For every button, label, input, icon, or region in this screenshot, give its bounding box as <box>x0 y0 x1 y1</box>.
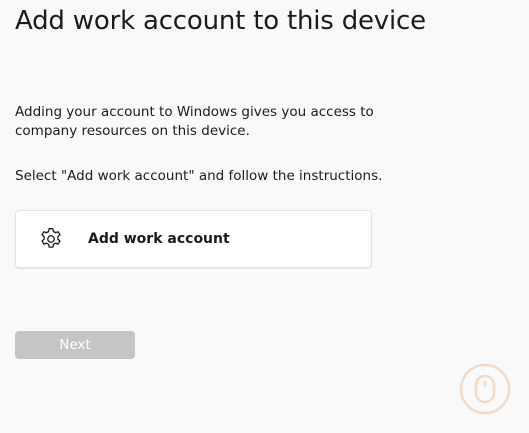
next-button[interactable]: Next <box>15 331 135 359</box>
add-work-account-option[interactable]: Add work account <box>15 210 372 268</box>
page-description: Adding your account to Windows gives you… <box>15 104 374 139</box>
gear-icon <box>38 226 64 252</box>
watermark-logo-icon <box>459 363 511 415</box>
add-work-account-page: Add work account to this device Adding y… <box>0 0 529 433</box>
add-work-account-label: Add work account <box>88 231 230 247</box>
page-instruction: Select "Add work account" and follow the… <box>15 168 383 184</box>
page-title: Add work account to this device <box>15 6 426 36</box>
